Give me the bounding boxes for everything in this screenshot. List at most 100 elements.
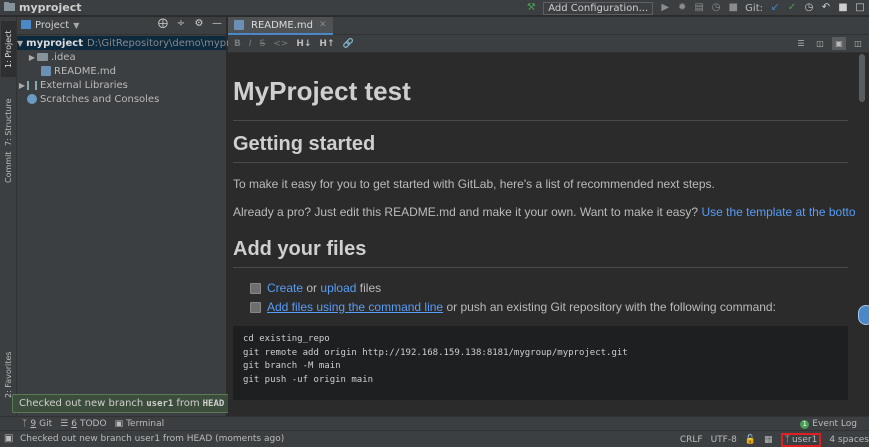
gear-icon[interactable]: ⚙: [194, 19, 204, 29]
tree-item-label: Scratches and Consoles: [40, 93, 160, 105]
tool-label: Git: [39, 418, 53, 429]
window-icon[interactable]: □: [855, 3, 865, 13]
markdown-format-tools: B I S <> H↓ H↑ 🔗: [228, 39, 354, 49]
split-view-icon[interactable]: ◫: [813, 37, 827, 50]
git-tool-button[interactable]: ᛉ 9 Git: [22, 419, 52, 429]
create-link[interactable]: Create: [267, 281, 303, 295]
window-title-text: myproject: [19, 1, 82, 14]
task-checkbox[interactable]: [250, 282, 261, 294]
markdown-view-modes: ☰ ◫ ▣ ◫: [794, 37, 865, 50]
tree-item-myproject[interactable]: ▼ myproject D:\GitRepository\demo\myproj…: [17, 36, 255, 50]
branch-icon: ᛉ: [22, 418, 28, 429]
bold-icon[interactable]: B: [234, 39, 241, 49]
command-line-link[interactable]: Add files using the command line: [267, 300, 443, 314]
template-link[interactable]: Use the template at the bottom: [701, 205, 855, 219]
tree-item-idea[interactable]: ▶ .idea: [17, 50, 226, 64]
header-down-icon[interactable]: H↓: [296, 39, 311, 49]
code-line: git branch -M main: [243, 361, 341, 372]
heading-add-files: Add your files: [233, 238, 367, 260]
tree-item-external-libraries[interactable]: ▶ External Libraries: [17, 78, 226, 92]
task-checkbox[interactable]: [250, 301, 261, 313]
profile-icon[interactable]: ◷: [711, 3, 721, 13]
event-log-button[interactable]: 1 Event Log: [800, 419, 857, 429]
rollback-icon[interactable]: ↶: [821, 3, 831, 13]
collapsed-arrow-icon[interactable]: ▶: [27, 53, 37, 62]
status-bar: ▣ Checked out new branch user1 from HEAD…: [0, 430, 869, 447]
notification-branch: user1: [146, 398, 174, 409]
notification-ref: HEAD: [202, 398, 225, 409]
code-block[interactable]: cd existing_repo git remote add origin h…: [233, 326, 848, 400]
coverage-icon[interactable]: ▤: [694, 3, 704, 13]
markdown-preview[interactable]: MyProject test Getting started To make i…: [228, 54, 855, 416]
project-tool-tab[interactable]: 1: Project: [1, 21, 16, 77]
commit-icon[interactable]: ✓: [787, 3, 797, 13]
project-header-actions: ⨁ ÷ ⚙ —: [158, 19, 222, 29]
vertical-scrollbar[interactable]: [859, 54, 865, 102]
left-tool-strip: 1: Project 7: Structure Commit 2: Favori…: [0, 17, 17, 416]
task-text: files: [359, 281, 382, 295]
branch-checkout-notification[interactable]: Checked out new branch user1 from HEAD: [12, 394, 232, 413]
divider: [233, 120, 848, 121]
preview-only-icon[interactable]: ▣: [832, 37, 846, 50]
floating-action-icon[interactable]: [858, 305, 869, 325]
strikethrough-icon[interactable]: S: [260, 39, 266, 49]
paragraph-pro: Already a pro? Just edit this README.md …: [233, 205, 855, 219]
update-icon[interactable]: ↙: [770, 3, 780, 13]
git-branch-widget[interactable]: ᛉ user1: [780, 432, 822, 447]
markdown-toolbar: B I S <> H↓ H↑ 🔗 ☰ ◫ ▣ ◫: [228, 35, 869, 53]
code-icon[interactable]: <>: [273, 39, 288, 49]
commit-tool-tab[interactable]: Commit: [1, 145, 16, 189]
paragraph-next-steps: To make it easy for you to get started w…: [233, 177, 715, 191]
tree-item-label: External Libraries: [40, 79, 128, 91]
divider: [233, 267, 848, 268]
tree-item-label: README.md: [54, 65, 117, 77]
project-tree: ▼ myproject D:\GitRepository\demo\myproj…: [17, 35, 255, 106]
task-item-create: Create or upload files: [250, 281, 381, 295]
folder-icon: [37, 53, 48, 61]
debug-icon[interactable]: ✹: [677, 3, 687, 13]
link-icon[interactable]: 🔗: [343, 39, 354, 49]
stop-icon[interactable]: ■: [728, 3, 738, 13]
close-icon[interactable]: ✕: [319, 20, 327, 30]
window-title: myproject: [0, 1, 82, 14]
branch-icon: ᛉ: [784, 434, 790, 445]
tool-label: TODO: [79, 418, 107, 429]
project-view-icon: [21, 19, 31, 32]
library-icon: [27, 80, 37, 90]
lock-icon[interactable]: 🔓: [745, 435, 756, 445]
encoding-widget[interactable]: UTF-8: [711, 435, 737, 445]
indent-widget[interactable]: 4 spaces: [829, 435, 869, 445]
upload-link[interactable]: upload: [320, 281, 356, 295]
paragraph-text: Already a pro? Just edit this README.md …: [233, 205, 699, 219]
collapsed-arrow-icon[interactable]: ▶: [17, 81, 27, 90]
hide-icon[interactable]: —: [212, 19, 222, 29]
tab-readme[interactable]: README.md ✕: [228, 17, 333, 35]
expand-arrow-icon[interactable]: ▼: [17, 39, 23, 48]
list-icon: ☰: [60, 418, 69, 429]
tree-item-readme[interactable]: README.md: [17, 64, 226, 78]
header-up-icon[interactable]: H↑: [319, 39, 334, 49]
tree-item-scratches[interactable]: Scratches and Consoles: [17, 92, 226, 106]
history-icon[interactable]: ◷: [804, 3, 814, 13]
line-separator-widget[interactable]: CRLF: [680, 435, 703, 445]
toggle-layout-icon[interactable]: ◫: [851, 37, 865, 50]
collapse-all-icon[interactable]: ÷: [176, 19, 186, 29]
editor-only-icon[interactable]: ☰: [794, 37, 808, 50]
search-icon[interactable]: ■: [838, 3, 848, 13]
tool-label: Event Log: [812, 419, 857, 429]
notification-text: from: [176, 398, 200, 409]
project-view-selector[interactable]: Project: [35, 20, 69, 31]
status-widgets: CRLF UTF-8 🔓 ▦ ᛉ user1 4 spaces: [680, 431, 869, 447]
status-message[interactable]: Checked out new branch user1 from HEAD (…: [0, 434, 284, 444]
add-configuration-button[interactable]: Add Configuration...: [543, 1, 654, 15]
italic-icon[interactable]: I: [249, 39, 252, 49]
terminal-tool-button[interactable]: ▣ Terminal: [115, 419, 165, 429]
todo-tool-button[interactable]: ☰ 6 TODO: [60, 419, 106, 429]
toggle-tool-windows-icon[interactable]: ▣: [4, 433, 13, 444]
memory-icon[interactable]: ▦: [764, 435, 773, 445]
chevron-down-icon[interactable]: ▼: [73, 21, 79, 30]
run-icon[interactable]: ▶: [660, 3, 670, 13]
locate-icon[interactable]: ⨁: [158, 19, 168, 29]
code-line: git remote add origin http://192.168.159…: [243, 347, 628, 358]
hammer-icon[interactable]: ⚒: [526, 3, 536, 13]
